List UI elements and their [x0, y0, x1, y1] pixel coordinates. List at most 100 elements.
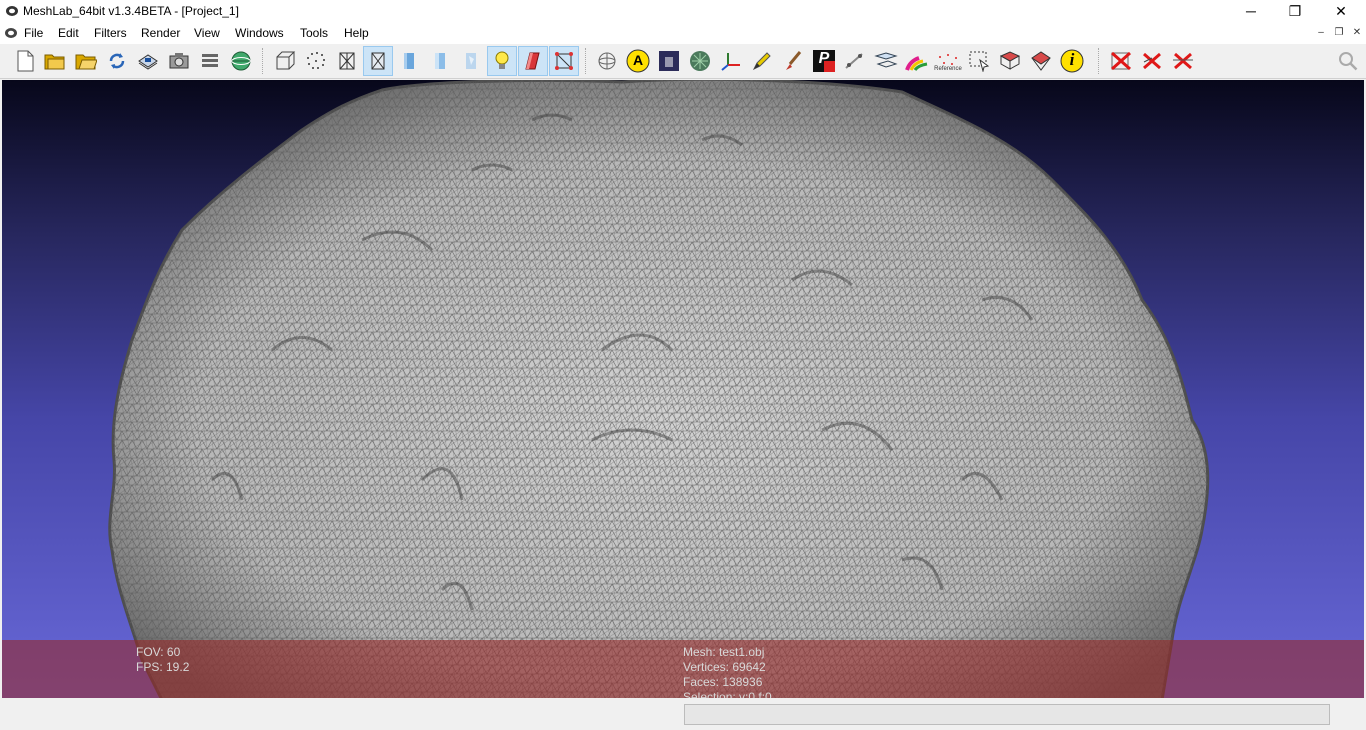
fps-label: FPS: 19.2 [136, 660, 190, 674]
light-bulb-icon [495, 51, 509, 69]
axis-button[interactable] [716, 46, 746, 76]
trackball-button[interactable] [592, 46, 622, 76]
menu-render[interactable]: Render [141, 26, 180, 40]
reload-button[interactable] [102, 46, 132, 76]
menu-edit[interactable]: Edit [58, 26, 79, 40]
open-project-icon [44, 54, 65, 70]
axis-icon [721, 53, 740, 71]
measure-button[interactable] [840, 46, 870, 76]
align-button[interactable] [871, 46, 901, 76]
annotation-letter: A [632, 52, 644, 68]
paint-brush-icon [786, 51, 802, 70]
minimize-button[interactable]: ─ [1228, 0, 1274, 22]
back-face-button[interactable] [518, 46, 548, 76]
new-document-button[interactable] [10, 46, 40, 76]
align-icon [874, 52, 898, 68]
delete-faces-button[interactable] [1137, 46, 1167, 76]
menu-tools[interactable]: Tools [300, 26, 328, 40]
toolbar-separator [585, 48, 588, 74]
search-icon [1339, 52, 1358, 71]
flat-lines-button[interactable] [394, 46, 424, 76]
texture-dark-button[interactable] [654, 46, 684, 76]
color-pencil-icon [752, 52, 771, 71]
points-icon [307, 52, 325, 69]
points-button[interactable] [301, 46, 331, 76]
camera-button[interactable] [164, 46, 194, 76]
mdi-close-button[interactable]: ✕ [1349, 26, 1365, 40]
annotation-button[interactable]: A [623, 46, 653, 76]
smooth-shading-button[interactable] [456, 46, 486, 76]
paint-brush-button[interactable] [778, 46, 808, 76]
mdi-restore-button[interactable]: ❐ [1331, 26, 1347, 40]
open-project-button[interactable] [40, 46, 70, 76]
hidden-lines-icon [371, 52, 385, 70]
maximize-button[interactable]: ❐ [1272, 0, 1318, 22]
light-button[interactable] [487, 46, 517, 76]
toolbar-separator [1098, 48, 1101, 74]
meshlab-app-icon [6, 6, 18, 16]
select-connected-button[interactable] [995, 46, 1025, 76]
color-paint-icon [905, 56, 928, 71]
select-connected-icon [999, 51, 1021, 70]
globe-icon [231, 51, 251, 71]
toolbar-separator [262, 48, 265, 74]
document-icon[interactable] [4, 26, 18, 40]
title-bar: MeshLab_64bit v1.3.4BETA - [Project_1] ─… [0, 0, 1366, 22]
delete-selection-button[interactable] [1168, 46, 1198, 76]
reference-button[interactable]: Reference [933, 46, 963, 76]
info-button[interactable]: i [1057, 46, 1087, 76]
new-document-icon [17, 50, 34, 72]
flat-shading-icon [435, 53, 445, 69]
reload-icon [109, 53, 125, 69]
wireframe-button[interactable] [332, 46, 362, 76]
select-region-icon [1031, 51, 1051, 71]
delete-vertices-button[interactable] [1106, 46, 1136, 76]
select-faces-icon [969, 51, 990, 72]
menu-view[interactable]: View [194, 26, 220, 40]
globe-button[interactable] [226, 46, 256, 76]
measure-icon [845, 53, 863, 69]
close-button[interactable]: ✕ [1318, 0, 1364, 22]
pp-button[interactable]: P [809, 46, 839, 76]
color-pencil-button[interactable] [747, 46, 777, 76]
fov-label: FOV: 60 [136, 645, 181, 659]
texture-green-button[interactable] [685, 46, 715, 76]
reference-label: Reference [934, 66, 962, 72]
hidden-lines-button[interactable] [363, 46, 393, 76]
select-faces-button[interactable] [964, 46, 994, 76]
delete-selection-icon [1173, 52, 1193, 70]
layers-icon [202, 54, 218, 67]
camera-icon [169, 53, 189, 69]
info-letter: i [1069, 50, 1075, 69]
bounding-box-button[interactable] [270, 46, 300, 76]
progress-bar [684, 704, 1330, 725]
mesh-name-label: Mesh: test1.obj [683, 645, 765, 659]
3d-viewport[interactable]: FOV: 60 FPS: 19.2 Mesh: test1.obj Vertic… [2, 80, 1364, 698]
import-mesh-button[interactable] [71, 46, 101, 76]
faces-label: Faces: 138936 [683, 675, 763, 689]
menu-windows[interactable]: Windows [235, 26, 284, 40]
wireframe-icon [339, 52, 355, 70]
mesh-render [108, 80, 1210, 698]
menu-filters[interactable]: Filters [94, 26, 127, 40]
menu-help[interactable]: Help [344, 26, 369, 40]
select-vertices-button[interactable] [549, 46, 579, 76]
select-vertices-icon [555, 52, 573, 70]
mdi-minimize-button[interactable]: – [1313, 26, 1329, 40]
pp-letters: P [818, 50, 830, 67]
menu-bar: File Edit Filters Render View Windows To… [0, 22, 1366, 44]
color-paint-button[interactable] [902, 46, 932, 76]
flat-lines-icon [404, 53, 414, 69]
texture-dark-icon [659, 51, 679, 71]
flat-shading-button[interactable] [425, 46, 455, 76]
smooth-shading-icon [466, 53, 476, 69]
info-overlay: FOV: 60 FPS: 19.2 Mesh: test1.obj Vertic… [2, 640, 1364, 698]
select-region-button[interactable] [1026, 46, 1056, 76]
window-title: MeshLab_64bit v1.3.4BETA - [Project_1] [23, 4, 239, 18]
search-button[interactable] [1333, 46, 1363, 76]
menu-file[interactable]: File [24, 26, 43, 40]
layers-button[interactable] [195, 46, 225, 76]
bounding-box-icon [276, 51, 296, 70]
main-toolbar: A P Reference i [0, 44, 1366, 79]
save-snapshot-button[interactable] [133, 46, 163, 76]
